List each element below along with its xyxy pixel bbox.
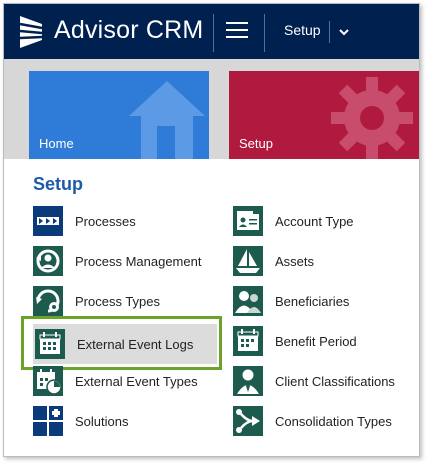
- menu-item-process-management[interactable]: Process Management: [33, 244, 201, 278]
- top-navigation-bar: Advisor CRM Setup: [4, 4, 419, 59]
- header-divider: [329, 21, 330, 43]
- menu-item-processes[interactable]: Processes: [33, 204, 136, 238]
- home-tile[interactable]: Home: [29, 71, 209, 159]
- setup-tile-label: Setup: [239, 136, 273, 151]
- menu-item-external-event-types[interactable]: External Event Types: [33, 364, 198, 398]
- navigation-tiles: Home Setup: [4, 59, 419, 159]
- selection-highlight: [21, 316, 222, 370]
- menu-item-label: Benefit Period: [275, 333, 357, 349]
- menu-item-label: Assets: [275, 253, 315, 269]
- menu-item-account-type[interactable]: Account Type: [233, 204, 354, 238]
- menu-item-label: Consolidation Types: [275, 413, 392, 429]
- person-icon: [233, 366, 263, 396]
- menu-item-beneficiaries[interactable]: Beneficiaries: [233, 284, 349, 318]
- menu-item-consolidation-types[interactable]: Consolidation Types: [233, 404, 392, 438]
- menu-item-label: Account Type: [275, 213, 354, 229]
- account-type-icon: [233, 206, 263, 236]
- menu-item-label: Processes: [75, 213, 136, 229]
- solutions-icon: [33, 406, 63, 436]
- menu-item-solutions[interactable]: Solutions: [33, 404, 128, 438]
- sailboat-icon: [233, 246, 263, 276]
- home-tile-label: Home: [39, 136, 74, 151]
- process-management-icon: [33, 246, 63, 276]
- menu-item-process-types[interactable]: Process Types: [33, 284, 160, 318]
- consolidation-types-icon: [233, 406, 263, 436]
- house-icon: [129, 81, 205, 159]
- menu-item-label: Process Management: [75, 253, 202, 269]
- process-types-icon: [33, 286, 63, 316]
- setup-tile[interactable]: Setup: [229, 71, 419, 159]
- app-title: Advisor CRM: [54, 16, 204, 44]
- menu-item-label: Process Types: [75, 293, 161, 309]
- menu-item-label: Solutions: [75, 413, 129, 429]
- nav-setup-button[interactable]: Setup: [284, 22, 321, 38]
- menu-item-assets[interactable]: Assets: [233, 244, 314, 278]
- header-divider: [213, 14, 214, 52]
- menu-item-benefit-period[interactable]: Benefit Period: [233, 324, 357, 358]
- app-logo-icon: [19, 16, 43, 48]
- chevron-down-icon[interactable]: [337, 25, 351, 39]
- hamburger-menu-icon[interactable]: [226, 22, 248, 40]
- external-event-types-icon: [33, 366, 63, 396]
- menu-item-client-classifications[interactable]: Client Classifications: [233, 364, 395, 398]
- processes-icon: [33, 206, 63, 236]
- calendar-icon: [233, 326, 263, 356]
- app-window: Advisor CRM Setup Home Setup Setup Proce…: [3, 3, 420, 457]
- gear-icon: [331, 77, 413, 159]
- section-title: Setup: [33, 174, 84, 194]
- menu-item-label: Client Classifications: [275, 373, 395, 389]
- header-divider: [264, 14, 265, 52]
- beneficiaries-icon: [233, 286, 263, 316]
- menu-item-label: Beneficiaries: [275, 293, 350, 309]
- menu-item-label: External Event Types: [75, 373, 198, 389]
